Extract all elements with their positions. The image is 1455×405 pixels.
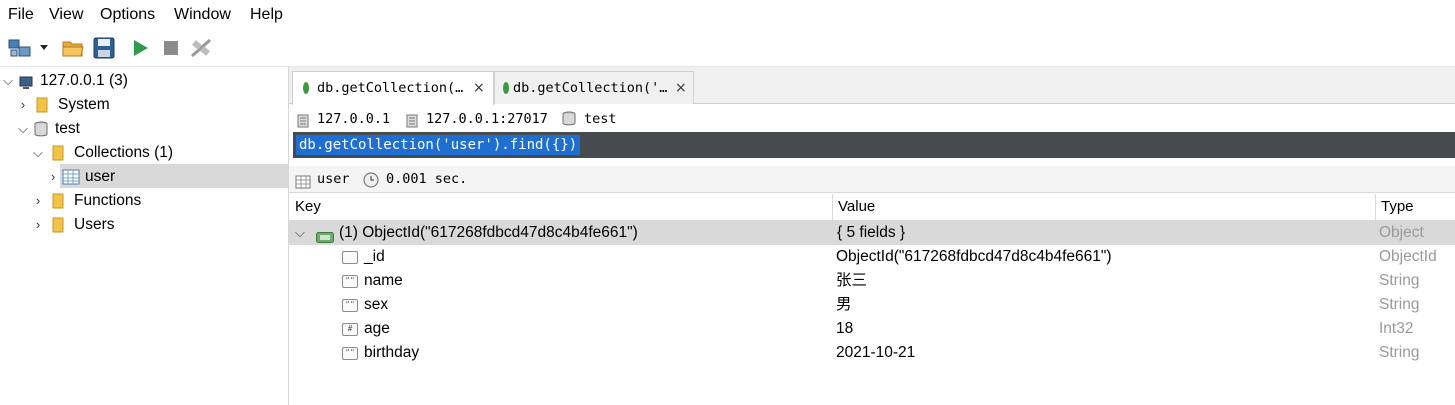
- tab-strip: db.getCollection(… × db.getCollection('……: [289, 67, 1455, 105]
- tree-users-label: Users: [74, 216, 115, 233]
- folder-icon: [52, 217, 64, 241]
- close-icon[interactable]: ×: [675, 72, 687, 104]
- leaf-icon: [303, 82, 309, 94]
- row-value: 张三: [836, 272, 868, 289]
- leaf-icon: [503, 82, 509, 94]
- menu-file[interactable]: File: [8, 6, 34, 24]
- folder-icon: [52, 193, 64, 217]
- row-type: Object: [1379, 224, 1424, 241]
- chevron-down-icon[interactable]: ⌵: [295, 221, 305, 245]
- tab-label: db.getCollection(…: [317, 80, 464, 96]
- tab-query-2[interactable]: db.getCollection('… ×: [494, 71, 694, 104]
- row-type: String: [1379, 272, 1420, 289]
- chevron-right-icon[interactable]: ›: [17, 93, 29, 117]
- column-header-value[interactable]: Value: [838, 194, 875, 220]
- row-key: _id: [364, 248, 385, 265]
- tab-query-1[interactable]: db.getCollection(… ×: [292, 71, 494, 105]
- connection-tree: ⌵ 127.0.0.1 (3) › System ⌵ test ⌵ Collec…: [0, 67, 289, 405]
- table-row[interactable]: # age 18 Int32: [289, 317, 1455, 341]
- column-header-key[interactable]: Key: [295, 194, 321, 220]
- table-row[interactable]: "" name 张三 String: [289, 269, 1455, 293]
- run-icon[interactable]: [128, 36, 152, 60]
- connection-info-bar: 127.0.0.1 127.0.0.1:27017 test: [289, 107, 1455, 131]
- menu-help[interactable]: Help: [250, 6, 283, 24]
- number-icon: #: [342, 323, 358, 336]
- column-divider[interactable]: [832, 194, 833, 220]
- table-row[interactable]: "" sex 男 String: [289, 293, 1455, 317]
- column-divider[interactable]: [1375, 194, 1376, 220]
- tree-system-label: System: [58, 96, 110, 113]
- row-type: ObjectId: [1379, 248, 1437, 265]
- chevron-right-icon[interactable]: ›: [47, 165, 59, 189]
- row-key: age: [364, 320, 390, 337]
- results-tree-table: Key Value Type ⌵ (1) ObjectId("617268fdb…: [289, 194, 1455, 405]
- row-type: Int32: [1379, 320, 1414, 337]
- chevron-right-icon[interactable]: ›: [32, 213, 44, 237]
- row-key: name: [364, 272, 403, 289]
- table-header: Key Value Type: [289, 194, 1455, 221]
- query-editor[interactable]: db.getCollection('user').find({}): [293, 132, 1455, 158]
- menu-options[interactable]: Options: [100, 6, 155, 24]
- connect-icon[interactable]: [8, 36, 32, 60]
- chevron-right-icon[interactable]: ›: [32, 189, 44, 213]
- column-header-type[interactable]: Type: [1381, 194, 1414, 220]
- menu-bar: File View Options Window Help: [0, 0, 1455, 30]
- connection-host: 127.0.0.1: [317, 111, 391, 127]
- open-folder-icon[interactable]: [61, 36, 85, 60]
- stop-icon[interactable]: [159, 36, 183, 60]
- row-value: 2021-10-21: [836, 344, 916, 361]
- menu-view[interactable]: View: [49, 6, 83, 24]
- tree-server-label: 127.0.0.1 (3): [40, 72, 128, 89]
- string-icon: "": [342, 275, 358, 288]
- server-icon: [19, 74, 33, 89]
- chevron-down-icon[interactable]: ⌵: [17, 117, 29, 141]
- string-icon: "": [342, 299, 358, 312]
- row-key: sex: [364, 296, 389, 313]
- main-panel: db.getCollection(… × db.getCollection('……: [289, 67, 1455, 405]
- results-info-bar: user 0.001 sec.: [289, 166, 1455, 193]
- close-icon[interactable]: ×: [473, 72, 485, 104]
- tree-collections-label: Collections (1): [74, 144, 174, 161]
- row-type: String: [1379, 296, 1420, 313]
- query-text[interactable]: db.getCollection('user').find({}): [296, 135, 581, 155]
- id-icon: [342, 251, 358, 264]
- menu-window[interactable]: Window: [174, 6, 231, 24]
- tree-functions-label: Functions: [74, 192, 142, 209]
- row-value: ObjectId("617268fdbcd47d8c4b4fe661"): [836, 248, 1112, 265]
- row-key: (1) ObjectId("617268fdbcd47d8c4b4fe661"): [339, 224, 638, 241]
- tree-db-label: test: [55, 120, 80, 137]
- chevron-down-icon[interactable]: ⌵: [32, 141, 44, 165]
- tab-label: db.getCollection('…: [513, 80, 668, 96]
- row-type: String: [1379, 344, 1420, 361]
- table-row[interactable]: _id ObjectId("617268fdbcd47d8c4b4fe661")…: [289, 245, 1455, 269]
- results-time: 0.001 sec.: [386, 171, 468, 187]
- string-icon: "": [342, 347, 358, 360]
- toolbar: [0, 30, 1455, 67]
- row-key: birthday: [364, 344, 420, 361]
- save-icon[interactable]: [92, 36, 116, 60]
- chevron-down-icon[interactable]: ⌵: [2, 69, 14, 93]
- dropdown-arrow-icon[interactable]: [36, 36, 52, 60]
- row-value: 男: [836, 296, 852, 313]
- row-value: 18: [836, 320, 854, 337]
- table-row[interactable]: "" birthday 2021-10-21 String: [289, 341, 1455, 365]
- tree-collection-user-label: user: [85, 168, 116, 185]
- connection-database: test: [584, 111, 617, 127]
- disconnect-icon[interactable]: [189, 36, 213, 60]
- results-collection: user: [317, 171, 350, 187]
- row-value: { 5 fields }: [837, 224, 906, 241]
- folder-icon: [36, 97, 48, 121]
- connection-server: 127.0.0.1:27017: [426, 111, 548, 127]
- table-row-document[interactable]: ⌵ (1) ObjectId("617268fdbcd47d8c4b4fe661…: [289, 221, 1455, 245]
